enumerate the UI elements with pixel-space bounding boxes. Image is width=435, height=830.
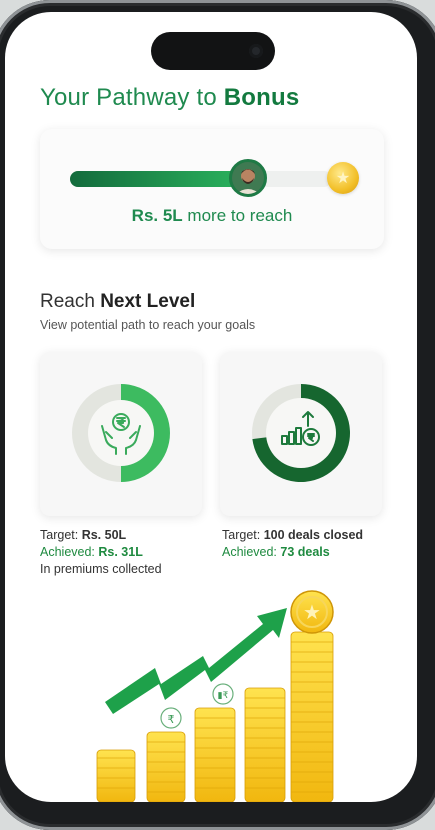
- dynamic-island: [151, 32, 275, 70]
- deals-achieved-value: 73 deals: [280, 545, 330, 559]
- progress-fill: [70, 171, 249, 187]
- chart-badge-icon: ▮₹: [212, 683, 234, 705]
- page-title-prefix: Your Pathway to: [40, 84, 224, 111]
- premium-donut: [72, 384, 170, 482]
- star-coin-icon: ★: [290, 590, 334, 634]
- progress-track: [70, 171, 332, 187]
- deals-kpi-details: Target: 100 deals closed Achieved: 73 de…: [222, 527, 363, 561]
- remaining-amount-text: Rs. 5L more to reach: [40, 206, 384, 226]
- premium-target-label: Target:: [40, 528, 82, 542]
- star-coin-icon: ★: [327, 162, 359, 194]
- svg-text:▮₹: ▮₹: [218, 691, 229, 701]
- remaining-suffix: more to reach: [182, 206, 293, 225]
- growth-illustration: ★ ₹ ▮₹: [96, 590, 334, 802]
- camera-icon: [249, 44, 263, 58]
- deals-achieved-label: Achieved:: [222, 545, 281, 559]
- deals-target-value: 100 deals closed: [263, 528, 364, 542]
- coin-stacks: [96, 631, 334, 802]
- deals-donut: [252, 384, 350, 482]
- premium-note: In premiums collected: [40, 562, 162, 576]
- section-title: Reach Next Level: [40, 291, 195, 313]
- phone-frame: Your Pathway to Bonus ★ Rs. 5L more to r…: [0, 0, 435, 830]
- deals-achieved: Achieved: 73 deals: [222, 544, 363, 561]
- page-title-highlight: Bonus: [223, 84, 300, 111]
- premium-kpi-card[interactable]: [40, 352, 202, 516]
- svg-text:★: ★: [303, 600, 321, 624]
- premium-target: Target: Rs. 50L: [40, 527, 162, 544]
- premium-kpi-details: Target: Rs. 50L Achieved: Rs. 31L In pre…: [40, 527, 162, 578]
- section-title-prefix: Reach: [40, 291, 101, 312]
- deals-kpi-card[interactable]: [220, 352, 382, 516]
- section-title-highlight: Next Level: [100, 291, 196, 312]
- svg-text:₹: ₹: [168, 713, 175, 726]
- rupee-badge-icon: ₹: [160, 707, 182, 729]
- deals-target-label: Target:: [222, 528, 264, 542]
- app-screen: Your Pathway to Bonus ★ Rs. 5L more to r…: [5, 12, 417, 802]
- avatar: [229, 159, 268, 197]
- deals-target: Target: 100 deals closed: [222, 527, 363, 544]
- premium-achieved: Achieved: Rs. 31L: [40, 544, 162, 561]
- remaining-amount: Rs. 5L: [131, 206, 183, 225]
- premium-achieved-label: Achieved:: [40, 545, 99, 559]
- bonus-progress-card[interactable]: ★ Rs. 5L more to reach: [40, 129, 384, 249]
- premium-achieved-value: Rs. 31L: [98, 545, 143, 559]
- page-title: Your Pathway to Bonus: [40, 84, 299, 112]
- premium-target-value: Rs. 50L: [81, 528, 127, 542]
- section-subtitle: View potential path to reach your goals: [40, 318, 256, 332]
